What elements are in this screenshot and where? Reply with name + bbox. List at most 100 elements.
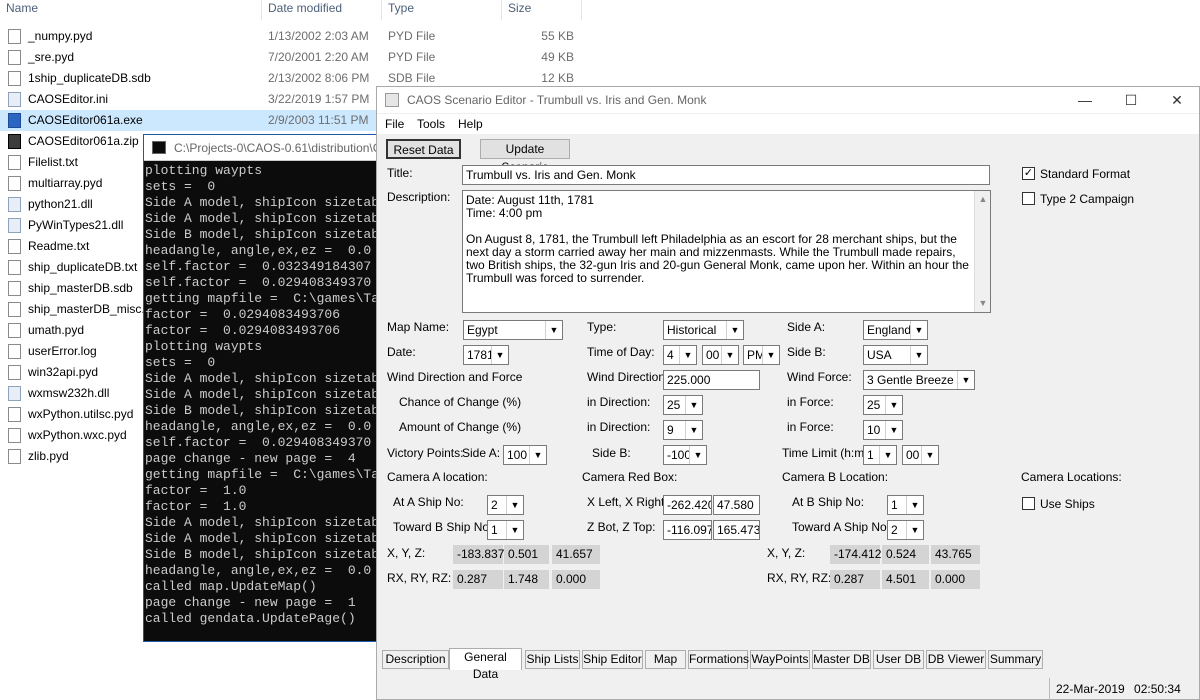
use-ships-checkbox[interactable] [1022, 497, 1035, 510]
toward-b-ship-value: 1 [491, 523, 498, 537]
standard-format-checkbox[interactable]: ✓ [1022, 167, 1035, 180]
file-type: PYD File [388, 29, 436, 43]
console-line: plotting waypts [145, 339, 263, 354]
toward-b-ship-dropdown[interactable]: 1 ▼ [487, 520, 524, 540]
tab-general-data[interactable]: General Data [449, 648, 522, 681]
file-size: 49 KB [541, 50, 574, 64]
chance-direction-label: in Direction: [587, 395, 651, 409]
description-label: Description: [387, 190, 451, 204]
z-bot-input[interactable]: -116.097 [663, 520, 712, 540]
minute-dropdown[interactable]: 00 ▼ [702, 345, 739, 365]
file-icon [8, 407, 21, 422]
chevron-down-icon: ▼ [921, 446, 938, 464]
file-name: multiarray.pyd [28, 176, 103, 190]
map-name-dropdown[interactable]: Egypt ▼ [463, 320, 563, 340]
chevron-down-icon: ▼ [885, 421, 902, 439]
tab-user-db[interactable]: User DB [873, 650, 924, 669]
menu-file[interactable]: File [385, 117, 404, 131]
console-titlebar[interactable]: C:\Projects-0\CAOS-0.61\distribution\C [144, 135, 382, 161]
ampm-dropdown[interactable]: PM ▼ [743, 345, 780, 365]
type2-campaign-checkbox[interactable] [1022, 192, 1035, 205]
file-name: wxPython.wxc.pyd [28, 428, 127, 442]
update-scenario-button[interactable]: Update Scenario [480, 139, 570, 174]
tab-map[interactable]: Map [645, 650, 686, 669]
column-type[interactable]: Type [382, 0, 502, 20]
console-line: self.factor = 0.032349184307 [145, 259, 372, 274]
console-line: Side A model, shipIcon sizetab [145, 531, 380, 546]
file-name: _sre.pyd [28, 50, 75, 64]
file-row[interactable]: _numpy.pyd 1/13/2002 2:03 AM PYD File 55 KB [0, 26, 582, 47]
hour-value: 4 [667, 348, 674, 362]
file-name: ship_masterDB.sdb [28, 281, 133, 295]
map-name-label: Map Name: [387, 320, 450, 334]
minimize-button[interactable]: — [1062, 87, 1108, 113]
explorer-column-header: Name Date modified Type Size [0, 0, 582, 20]
console-window[interactable]: C:\Projects-0\CAOS-0.61\distribution\C p… [143, 134, 383, 642]
chance-direction-dropdown[interactable]: 25 ▼ [663, 395, 703, 415]
date-dropdown[interactable]: 1781 ▼ [463, 345, 509, 365]
victory-side-a-dropdown[interactable]: 100 ▼ [503, 445, 547, 465]
file-icon [8, 71, 21, 86]
dll-icon [8, 386, 21, 401]
tab-ship-lists[interactable]: Ship Lists [525, 650, 580, 669]
x-left-right-label: X Left, X Right: [587, 495, 668, 509]
tab-description[interactable]: Description [382, 650, 449, 669]
time-limit-minutes-dropdown[interactable]: 00 ▼ [902, 445, 939, 465]
description-textarea[interactable]: Date: August 11th, 1781 Time: 4:00 pm On… [462, 190, 991, 313]
menu-help[interactable]: Help [458, 117, 483, 131]
type-dropdown[interactable]: Historical ▼ [663, 320, 744, 340]
column-date-modified[interactable]: Date modified [262, 0, 382, 20]
reset-data-button[interactable]: Reset Data [386, 139, 461, 159]
tab-summary[interactable]: Summary [988, 650, 1043, 669]
side-b-dropdown[interactable]: USA ▼ [863, 345, 928, 365]
x-right-input[interactable]: 47.580 [713, 495, 760, 515]
tab-db-viewer[interactable]: DB Viewer [926, 650, 986, 669]
camera-a-y-value: 0.501 [504, 545, 549, 564]
tab-formations[interactable]: Formations [688, 650, 749, 669]
scroll-down-arrow-icon[interactable]: ▼ [975, 297, 990, 310]
amount-force-dropdown[interactable]: 10 ▼ [863, 420, 903, 440]
window-titlebar[interactable]: CAOS Scenario Editor - Trumbull vs. Iris… [377, 87, 1199, 113]
console-line: called gendata.UpdatePage() [145, 611, 356, 626]
chevron-down-icon: ▼ [679, 346, 696, 364]
z-top-input[interactable]: 165.473 [713, 520, 760, 540]
column-size[interactable]: Size [502, 0, 582, 20]
victory-side-b-dropdown[interactable]: -100 ▼ [663, 445, 707, 465]
console-line: self.factor = 0.029408349370 [145, 435, 372, 450]
type2-campaign-label: Type 2 Campaign [1040, 192, 1135, 206]
file-row[interactable]: _sre.pyd 7/20/2001 2:20 AM PYD File 49 KB [0, 47, 582, 68]
amount-direction-dropdown[interactable]: 9 ▼ [663, 420, 703, 440]
file-icon [8, 365, 21, 380]
chevron-down-icon: ▼ [762, 346, 779, 364]
menu-tools[interactable]: Tools [417, 117, 445, 131]
side-a-dropdown[interactable]: England ▼ [863, 320, 928, 340]
camera-red-box-label: Camera Red Box: [582, 470, 678, 484]
description-scrollbar[interactable]: ▲ ▼ [974, 191, 990, 312]
at-b-ship-label: At B Ship No: [792, 495, 865, 509]
wind-direction-input[interactable]: 225.000 [663, 370, 760, 390]
chance-force-dropdown[interactable]: 25 ▼ [863, 395, 903, 415]
console-line: headangle, angle,ex,ez = 0.0 [145, 419, 372, 434]
at-a-ship-dropdown[interactable]: 2 ▼ [487, 495, 524, 515]
wind-force-dropdown[interactable]: 3 Gentle Breeze ▼ [863, 370, 975, 390]
toward-a-ship-dropdown[interactable]: 2 ▼ [887, 520, 924, 540]
column-name[interactable]: Name [0, 0, 262, 20]
tab-ship-editor[interactable]: Ship Editor [582, 650, 643, 669]
camera-b-rz-value: 0.000 [931, 570, 980, 589]
chevron-down-icon: ▼ [906, 521, 923, 539]
at-b-ship-dropdown[interactable]: 1 ▼ [887, 495, 924, 515]
close-button[interactable]: ✕ [1154, 87, 1200, 113]
tab-waypoints[interactable]: WayPoints [750, 650, 810, 669]
maximize-button[interactable]: ☐ [1108, 87, 1154, 113]
title-input[interactable]: Trumbull vs. Iris and Gen. Monk [462, 165, 990, 185]
scroll-up-arrow-icon[interactable]: ▲ [975, 193, 990, 206]
hour-dropdown[interactable]: 4 ▼ [663, 345, 697, 365]
tab-master-db[interactable]: Master DB [812, 650, 871, 669]
chevron-down-icon: ▼ [879, 446, 896, 464]
menu-bar: File Tools Help [377, 114, 1199, 134]
camera-a-xyz-label: X, Y, Z: [387, 546, 426, 560]
time-limit-hours-dropdown[interactable]: 1 ▼ [863, 445, 897, 465]
x-left-input[interactable]: -262.420 [663, 495, 712, 515]
victory-side-b-value: -100 [667, 448, 692, 462]
file-date: 7/20/2001 2:20 AM [268, 50, 369, 64]
